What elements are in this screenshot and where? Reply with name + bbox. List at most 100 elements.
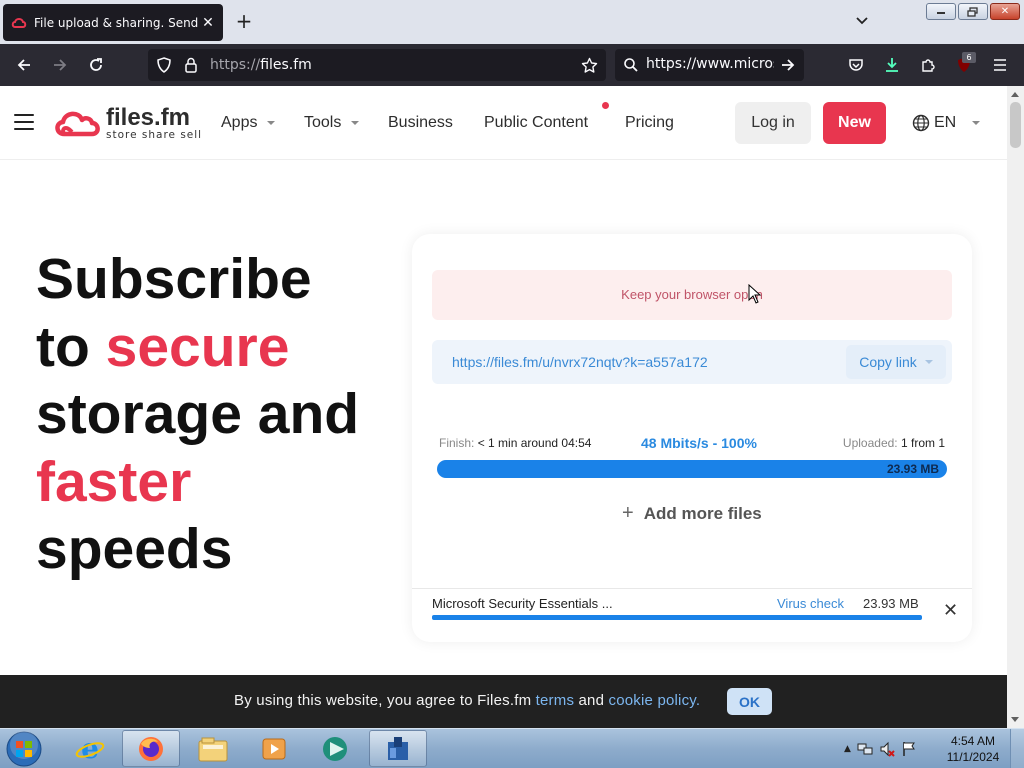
- extension-badge-count: 6: [962, 52, 976, 63]
- hero-line-5: speeds: [36, 517, 233, 581]
- app-menu-hamburger-icon[interactable]: [987, 52, 1013, 78]
- extensions-puzzle-icon[interactable]: [915, 52, 941, 78]
- nav-apps[interactable]: Apps: [221, 114, 276, 132]
- uploaded-count: Uploaded: 1 from 1: [842, 436, 945, 450]
- start-orb-icon[interactable]: [4, 730, 44, 768]
- minimize-button[interactable]: [926, 3, 956, 20]
- apps-dropdown-caret-icon: [267, 120, 276, 125]
- language-selector[interactable]: EN: [912, 114, 981, 132]
- site-header: files.fm store share sell Apps Tools Bus…: [0, 86, 1007, 160]
- clock-date: 11/1/2024: [946, 750, 1000, 764]
- nav-pricing[interactable]: Pricing: [625, 114, 674, 132]
- filesfm-favicon-icon: [11, 15, 27, 31]
- copy-dropdown-caret-icon: [924, 360, 933, 364]
- nav-business[interactable]: Business: [388, 114, 453, 132]
- scrollbar-thumb[interactable]: [1010, 102, 1021, 148]
- nav-tools[interactable]: Tools: [304, 114, 360, 132]
- language-dropdown-caret-icon: [972, 121, 981, 125]
- taskbar-media-player-icon[interactable]: [245, 730, 303, 767]
- windows-taskbar: e ▲ 4:54 AM 11/1/2024: [0, 728, 1024, 768]
- search-icon: [623, 57, 639, 73]
- window-controls: ✕: [926, 3, 1020, 20]
- terms-link[interactable]: terms: [536, 692, 575, 709]
- restore-button[interactable]: [958, 3, 988, 20]
- nav-public-content[interactable]: Public Content: [484, 114, 588, 132]
- back-arrow-icon[interactable]: [11, 52, 37, 78]
- svg-text:e: e: [81, 734, 99, 764]
- uploaded-file-row: Microsoft Security Essentials ... Virus …: [412, 588, 972, 642]
- search-go-arrow-icon[interactable]: [780, 57, 796, 73]
- volume-muted-icon[interactable]: [879, 741, 895, 757]
- action-center-flag-icon[interactable]: [901, 741, 917, 757]
- tracking-shield-icon[interactable]: [156, 57, 172, 73]
- system-tray: ▲: [844, 729, 917, 768]
- taskbar-internet-explorer-icon[interactable]: e: [61, 730, 119, 767]
- total-size: 23.93 MB: [886, 462, 939, 476]
- clock-time: 4:54 AM: [950, 734, 996, 748]
- filesfm-cloud-logo-icon: [55, 111, 100, 137]
- forward-arrow-icon[interactable]: [47, 52, 73, 78]
- share-link-box: https://files.fm/u/nvrx72nqtv?k=a557a172…: [432, 340, 952, 384]
- reload-icon[interactable]: [83, 52, 109, 78]
- mouse-cursor-icon: [748, 283, 762, 308]
- virus-check-link[interactable]: Virus check: [777, 596, 844, 611]
- show-desktop-button[interactable]: [1010, 729, 1024, 768]
- taskbar-installer-icon[interactable]: [369, 730, 427, 767]
- upload-card: Keep your browser open https://files.fm/…: [412, 234, 972, 642]
- plus-icon: +: [622, 502, 634, 524]
- upload-speed: 48 Mbits/s - 100%: [641, 435, 757, 451]
- keep-browser-open-notice: Keep your browser open: [432, 270, 952, 320]
- logo-name: files.fm: [106, 104, 191, 131]
- language-code: EN: [934, 114, 957, 131]
- tab-title: File upload & sharing. Send large files: [34, 15, 201, 30]
- finish-time: Finish: < 1 min around 04:54: [439, 436, 592, 450]
- cookie-text: By using this website, you agree to File…: [234, 692, 701, 709]
- pocket-icon[interactable]: [843, 52, 869, 78]
- page-scrollbar[interactable]: [1007, 86, 1024, 728]
- bookmark-star-icon[interactable]: [581, 57, 598, 74]
- search-bar[interactable]: https://www.microsoft.com: [615, 49, 804, 81]
- add-more-files-button[interactable]: + Add more files: [622, 502, 762, 525]
- downloads-icon[interactable]: [879, 52, 905, 78]
- address-bar[interactable]: https://files.fm: [148, 49, 606, 81]
- browser-tab-strip: File upload & sharing. Send large files …: [0, 0, 1024, 44]
- list-all-tabs-chevron-icon[interactable]: [854, 12, 874, 32]
- hero-line-1: Subscribe: [36, 247, 312, 311]
- remove-file-close-icon[interactable]: ✕: [943, 600, 958, 621]
- lock-icon[interactable]: [184, 57, 198, 73]
- taskbar-file-explorer-icon[interactable]: [184, 730, 242, 767]
- site-menu-hamburger-icon[interactable]: [14, 114, 34, 130]
- hero-line-3: storage and: [36, 382, 360, 446]
- total-progress-bar: 23.93 MB: [437, 460, 947, 478]
- tools-dropdown-caret-icon: [351, 120, 360, 125]
- browser-toolbar: https://files.fm https://www.microsoft.c…: [0, 44, 1024, 86]
- new-tab-button[interactable]: +: [232, 10, 256, 34]
- url-text: https://files.fm: [210, 57, 312, 73]
- cookie-policy-link[interactable]: cookie policy.: [609, 692, 701, 709]
- new-upload-button[interactable]: New: [823, 102, 886, 144]
- taskbar-clock[interactable]: 4:54 AM 11/1/2024: [944, 733, 1002, 765]
- file-progress-bar: [432, 615, 922, 620]
- file-size: 23.93 MB: [863, 596, 919, 611]
- file-name: Microsoft Security Essentials ...: [432, 596, 613, 611]
- network-icon[interactable]: [857, 741, 873, 757]
- browser-tab-active[interactable]: File upload & sharing. Send large files …: [3, 4, 223, 41]
- close-window-button[interactable]: ✕: [990, 3, 1020, 20]
- login-button[interactable]: Log in: [735, 102, 811, 144]
- hero-line-2: to secure: [36, 314, 290, 379]
- tab-close-icon[interactable]: ✕: [201, 15, 215, 31]
- copy-link-button[interactable]: Copy link: [846, 345, 946, 379]
- taskbar-firefox-icon[interactable]: [122, 730, 180, 767]
- hero-line-4: faster: [36, 449, 192, 514]
- hero-heading: Subscribe to secure storage and faster s…: [36, 246, 359, 584]
- cookie-ok-button[interactable]: OK: [727, 688, 772, 715]
- share-link-url[interactable]: https://files.fm/u/nvrx72nqtv?k=a557a172: [452, 354, 708, 370]
- public-content-notification-dot: [602, 102, 609, 109]
- scroll-down-arrow-icon[interactable]: [1011, 717, 1019, 722]
- filesfm-logo[interactable]: files.fm store share sell: [52, 106, 202, 142]
- show-hidden-icons-icon[interactable]: ▲: [844, 744, 851, 754]
- globe-icon: [912, 114, 930, 132]
- scroll-up-arrow-icon[interactable]: [1011, 92, 1019, 97]
- logo-tagline: store share sell: [106, 129, 203, 141]
- taskbar-app-teal-icon[interactable]: [307, 730, 365, 767]
